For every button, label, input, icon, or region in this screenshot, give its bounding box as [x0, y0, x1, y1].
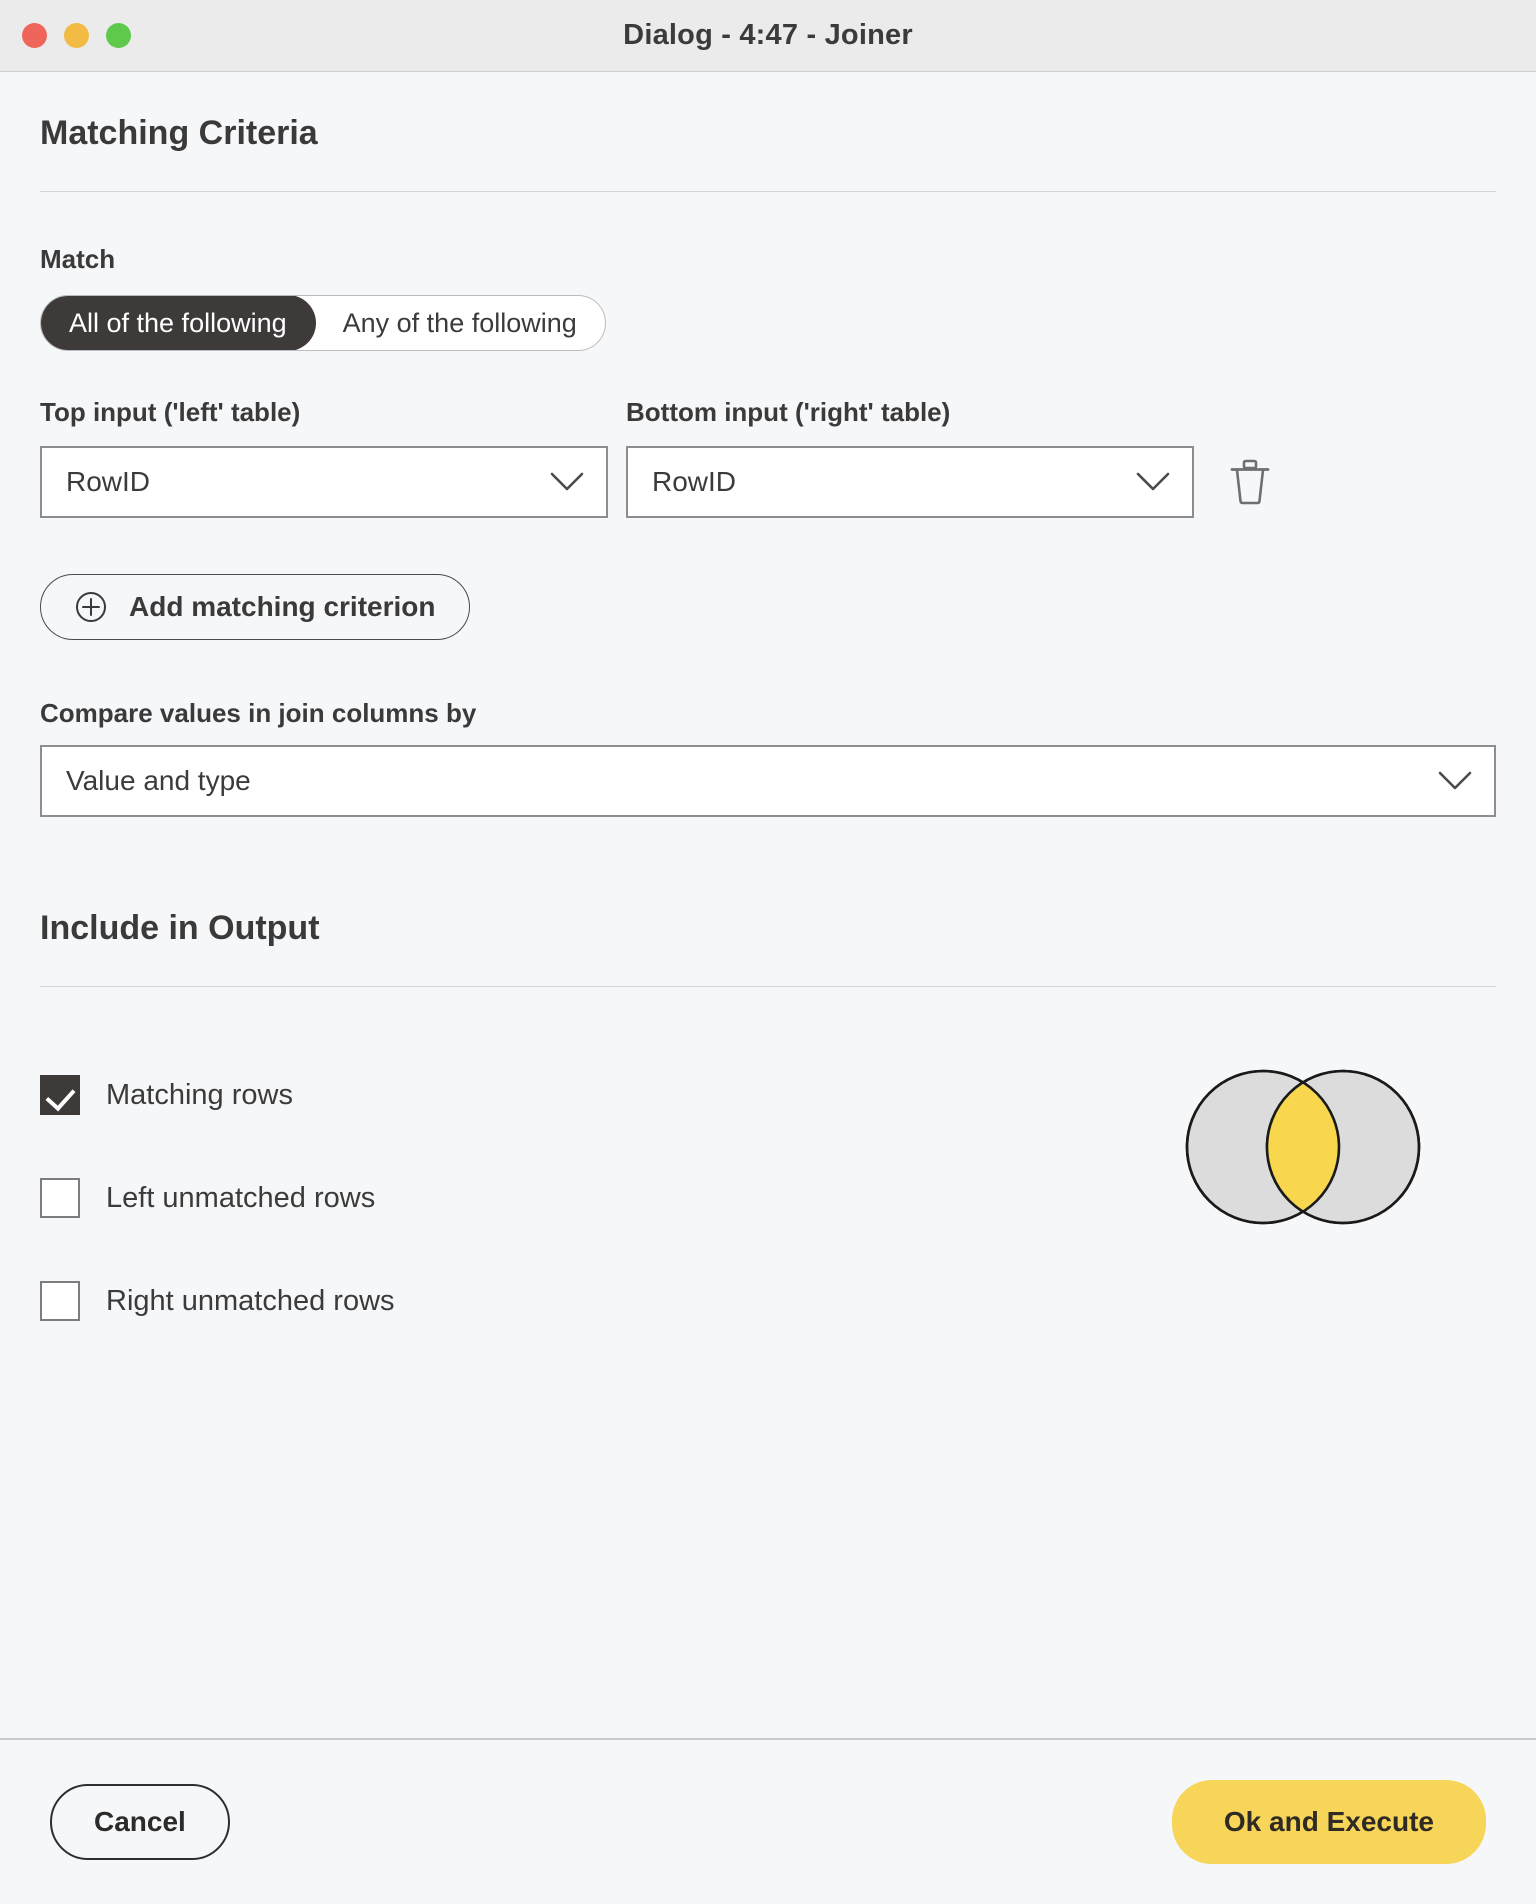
title-bar: Dialog - 4:47 - Joiner — [0, 0, 1536, 72]
compare-values-label: Compare values in join columns by — [40, 698, 477, 728]
right-column-value: RowID — [652, 466, 737, 497]
right-input-label: Bottom input ('right' table) — [626, 397, 951, 427]
joiner-dialog-window: Dialog - 4:47 - Joiner Matching Criteria… — [0, 0, 1536, 1904]
window-title: Dialog - 4:47 - Joiner — [623, 19, 913, 51]
checkbox-matching-rows[interactable] — [40, 1075, 80, 1115]
inner-join-venn-diagram — [1168, 1067, 1438, 1227]
match-label: Match — [40, 244, 116, 274]
chevron-down-icon — [550, 472, 584, 492]
checkbox-label-right-unmatched-rows: Right unmatched rows — [106, 1284, 395, 1317]
matching-criteria-heading: Matching Criteria — [40, 114, 318, 152]
match-segmented-control: All of the following Any of the followin… — [40, 295, 1496, 351]
checkbox-row-matching-rows[interactable]: Matching rows — [40, 1073, 1168, 1117]
add-matching-criterion-label: Add matching criterion — [129, 591, 436, 622]
checkbox-left-unmatched-rows[interactable] — [40, 1178, 80, 1218]
close-button[interactable] — [22, 23, 47, 48]
checkbox-row-left-unmatched-rows[interactable]: Left unmatched rows — [40, 1176, 1168, 1220]
include-output-area: Matching rows Left unmatched rows Right … — [40, 1069, 1496, 1323]
chevron-down-icon — [1136, 472, 1170, 492]
trash-icon[interactable] — [1228, 457, 1272, 507]
compare-values-value: Value and type — [66, 765, 251, 796]
left-column-value: RowID — [66, 466, 151, 497]
cancel-button[interactable]: Cancel — [50, 1784, 230, 1860]
minimize-button[interactable] — [64, 23, 89, 48]
dialog-content: Matching Criteria Match All of the follo… — [0, 72, 1536, 1738]
include-output-divider — [40, 986, 1496, 987]
right-column-select[interactable]: RowID — [626, 446, 1194, 518]
checkbox-row-right-unmatched-rows[interactable]: Right unmatched rows — [40, 1279, 1168, 1323]
add-matching-criterion-button[interactable]: Add matching criterion — [40, 574, 471, 640]
ok-and-execute-button[interactable]: Ok and Execute — [1171, 1780, 1486, 1864]
plus-circle-icon — [75, 591, 107, 623]
checkbox-right-unmatched-rows[interactable] — [40, 1281, 80, 1321]
match-option-all[interactable]: All of the following — [40, 296, 316, 350]
matching-criteria-divider — [40, 191, 1496, 192]
left-input-label: Top input ('left' table) — [40, 397, 301, 427]
criterion-row: RowID RowID — [40, 446, 1496, 518]
compare-values-select[interactable]: Value and type — [40, 745, 1496, 817]
checkbox-label-matching-rows: Matching rows — [106, 1078, 293, 1111]
match-option-any[interactable]: Any of the following — [315, 296, 605, 350]
chevron-down-icon — [1438, 771, 1472, 791]
zoom-button[interactable] — [106, 23, 131, 48]
left-column-select[interactable]: RowID — [40, 446, 608, 518]
checkbox-label-left-unmatched-rows: Left unmatched rows — [106, 1181, 376, 1214]
dialog-footer: Cancel Ok and Execute — [0, 1738, 1536, 1904]
include-output-heading: Include in Output — [40, 909, 320, 947]
window-controls — [22, 23, 131, 48]
criterion-column-labels: Top input ('left' table) Bottom input ('… — [40, 397, 1496, 428]
output-checkbox-list: Matching rows Left unmatched rows Right … — [40, 1073, 1168, 1323]
